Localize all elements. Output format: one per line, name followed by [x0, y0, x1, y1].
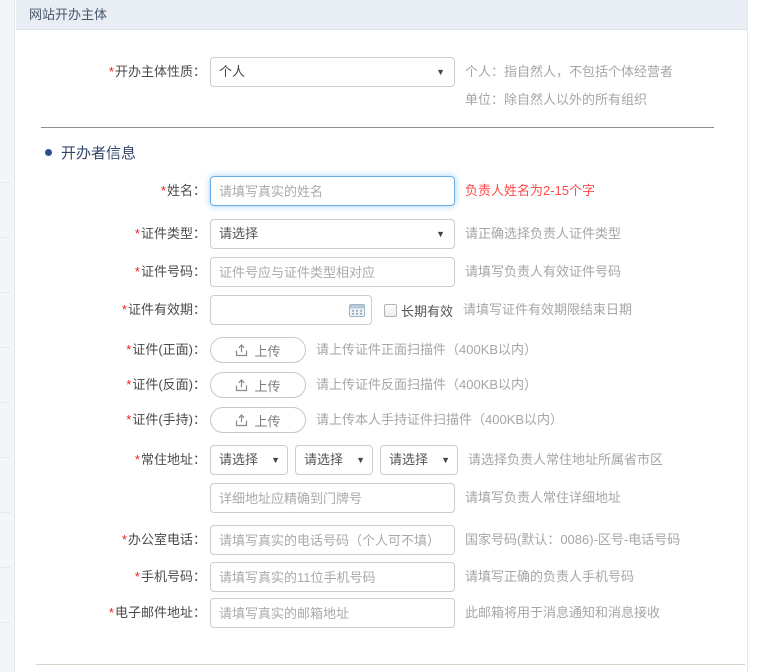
chevron-down-icon: ▼: [436, 220, 445, 248]
required-marker: *: [122, 302, 127, 317]
address-city-value: 请选择: [304, 446, 343, 474]
office-phone-label: *办公室电话：: [16, 525, 206, 555]
form-row-cert-validity: *证件有效期：: [16, 295, 747, 325]
cert-validity-hint: 请填写证件有效期限结束日期: [463, 295, 632, 325]
office-phone-input[interactable]: [210, 525, 455, 555]
form-row-mobile: *手机号码： 请填写正确的负责人手机号码: [16, 562, 747, 592]
email-input[interactable]: [210, 598, 455, 628]
bottom-divider: [36, 664, 745, 665]
address-label: *常住地址：: [16, 445, 206, 475]
mobile-input[interactable]: [210, 562, 455, 592]
form-content: *开办主体性质： 个人 ▼ 个人：指自然人，不包括个体经营者 单位：除自然人以外…: [16, 30, 747, 628]
cert-number-hint: 请填写负责人有效证件号码: [465, 257, 621, 287]
required-marker: *: [109, 64, 114, 79]
upload-icon: [235, 344, 248, 357]
panel-title: 网站开办主体: [16, 0, 747, 30]
cert-back-upload-button[interactable]: 上传: [210, 372, 306, 398]
validity-date-input[interactable]: [210, 295, 372, 325]
mobile-label: *手机号码：: [16, 562, 206, 592]
required-marker: *: [126, 412, 131, 427]
form-row-email: *电子邮件地址： 此邮箱将用于消息通知和消息接收: [16, 598, 747, 628]
address-district-select[interactable]: 请选择 ▼: [380, 445, 458, 475]
required-marker: *: [126, 377, 131, 392]
chevron-down-icon: ▼: [436, 58, 445, 86]
form-row-address-detail: 请填写负责人常住详细地址: [16, 483, 747, 513]
form-row-subject-nature: *开办主体性质： 个人 ▼ 个人：指自然人，不包括个体经营者 单位：除自然人以外…: [16, 57, 747, 113]
required-marker: *: [161, 183, 166, 198]
upload-icon: [235, 414, 248, 427]
form-row-cert-hand: *证件(手持)： 上传 请上传本人手持证件扫描件（400KB以内）: [16, 407, 747, 433]
form-row-cert-front: *证件(正面)： 上传 请上传证件正面扫描件（400KB以内）: [16, 337, 747, 363]
cert-type-label: *证件类型：: [16, 219, 206, 249]
cert-front-label: *证件(正面)：: [16, 337, 206, 363]
cert-number-input[interactable]: [210, 257, 455, 287]
subject-nature-value: 个人: [219, 58, 245, 86]
email-hint: 此邮箱将用于消息通知和消息接收: [465, 598, 660, 628]
cert-front-upload-button[interactable]: 上传: [210, 337, 306, 363]
name-label: *姓名：: [16, 176, 206, 206]
subject-nature-select[interactable]: 个人 ▼: [210, 57, 455, 87]
address-province-value: 请选择: [219, 446, 258, 474]
long-term-checkbox-label: 长期有效: [401, 301, 453, 320]
cert-validity-label: *证件有效期：: [16, 295, 206, 325]
address-detail-hint: 请填写负责人常住详细地址: [465, 483, 621, 513]
address-province-select[interactable]: 请选择 ▼: [210, 445, 288, 475]
name-input[interactable]: [210, 176, 455, 206]
email-label: *电子邮件地址：: [16, 598, 206, 628]
upload-icon: [235, 379, 248, 392]
address-district-value: 请选择: [389, 446, 428, 474]
cert-hand-label: *证件(手持)：: [16, 407, 206, 433]
required-marker: *: [126, 342, 131, 357]
chevron-down-icon: ▼: [356, 446, 365, 474]
subject-nature-hint: 个人：指自然人，不包括个体经营者 单位：除自然人以外的所有组织: [465, 57, 673, 113]
required-marker: *: [109, 605, 114, 620]
required-marker: *: [135, 452, 140, 467]
left-edge-strip: [0, 0, 15, 672]
cert-number-label: *证件号码：: [16, 257, 206, 287]
address-city-select[interactable]: 请选择 ▼: [295, 445, 373, 475]
form-row-cert-type: *证件类型： 请选择 ▼ 请正确选择负责人证件类型: [16, 219, 747, 249]
chevron-down-icon: ▼: [271, 446, 280, 474]
office-phone-hint: 国家号码(默认：0086)-区号-电话号码: [465, 525, 680, 555]
required-marker: *: [135, 569, 140, 584]
cert-hand-upload-button[interactable]: 上传: [210, 407, 306, 433]
cert-type-select[interactable]: 请选择 ▼: [210, 219, 455, 249]
section-title-founder-info: 开办者信息: [45, 142, 747, 163]
mobile-hint: 请填写正确的负责人手机号码: [465, 562, 634, 592]
required-marker: *: [122, 532, 127, 547]
cert-type-hint: 请正确选择负责人证件类型: [465, 219, 621, 249]
cert-hand-hint: 请上传本人手持证件扫描件（400KB以内）: [316, 407, 563, 433]
long-term-checkbox[interactable]: [384, 304, 397, 317]
form-row-cert-back: *证件(反面)： 上传 请上传证件反面扫描件（400KB以内）: [16, 372, 747, 398]
cert-front-hint: 请上传证件正面扫描件（400KB以内）: [316, 337, 537, 363]
form-row-address: *常住地址： 请选择 ▼ 请选择 ▼ 请选择 ▼ 请选择负责人常住地址所属省市区: [16, 445, 747, 475]
address-hint: 请选择负责人常住地址所属省市区: [468, 445, 663, 475]
form-row-cert-number: *证件号码： 请填写负责人有效证件号码: [16, 257, 747, 287]
section-divider: [41, 127, 714, 128]
required-marker: *: [135, 264, 140, 279]
cert-type-value: 请选择: [219, 220, 258, 248]
address-detail-input[interactable]: [210, 483, 455, 513]
name-hint: 负责人姓名为2-15个字: [465, 176, 595, 206]
subject-nature-label: *开办主体性质：: [16, 57, 206, 87]
cert-back-label: *证件(反面)：: [16, 372, 206, 398]
chevron-down-icon: ▼: [441, 446, 450, 474]
main-panel: 网站开办主体 *开办主体性质： 个人 ▼ 个人：指自然人，不包括个体经营者 单位…: [16, 0, 748, 672]
form-row-name: *姓名： 负责人姓名为2-15个字: [16, 176, 747, 206]
bullet-icon: [45, 149, 52, 156]
cert-back-hint: 请上传证件反面扫描件（400KB以内）: [316, 372, 537, 398]
required-marker: *: [135, 226, 140, 241]
calendar-icon[interactable]: [349, 303, 365, 317]
form-row-office-phone: *办公室电话： 国家号码(默认：0086)-区号-电话号码: [16, 525, 747, 555]
